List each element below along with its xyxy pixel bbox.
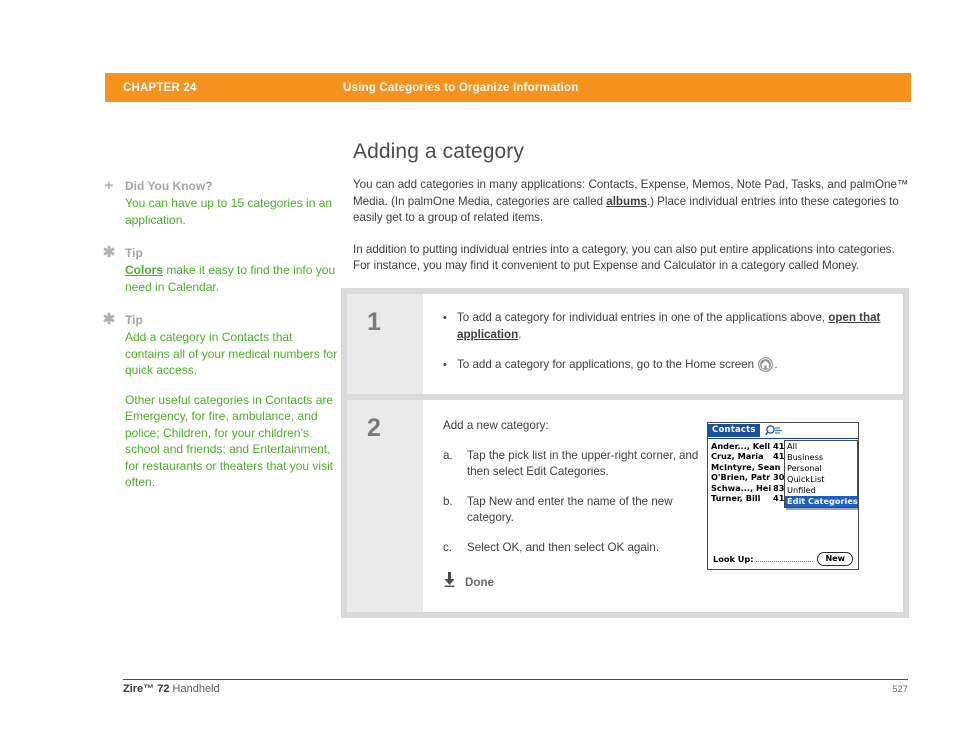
step-body: Add a new category: a. Tap the pick list… bbox=[423, 400, 903, 613]
menu-item-business[interactable]: Business bbox=[785, 452, 857, 463]
list-item-text: Select OK, and then select OK again. bbox=[467, 540, 660, 554]
intro-paragraph-1: You can add categories in many applicati… bbox=[353, 177, 910, 227]
intro-paragraph-2: In addition to putting individual entrie… bbox=[353, 242, 895, 273]
asterisk-icon: ✱ bbox=[102, 244, 116, 261]
page-footer: Zire™ 72 Handheld 527 bbox=[123, 683, 908, 695]
pda-title-bar: Contacts bbox=[708, 423, 858, 439]
sidebar-block-did-you-know: + Did You Know? You can have up to 15 ca… bbox=[100, 178, 340, 228]
contact-name: McIntyre, Sean bbox=[711, 461, 781, 472]
list-item-text: Tap New and enter the name of the new ca… bbox=[467, 494, 673, 525]
category-pick-list[interactable]: All Business Personal QuickList Unfiled … bbox=[784, 439, 858, 508]
bullet-text-a: To add a category for applications, go t… bbox=[457, 358, 758, 371]
sidebar-block-text: You can have up to 15 categories in an a… bbox=[125, 196, 333, 227]
step-1: 1 To add a category for individual entri… bbox=[347, 294, 903, 394]
contact-name: Ander..., Kell bbox=[711, 440, 771, 451]
look-up-input[interactable] bbox=[755, 553, 814, 562]
pda-app-title: Contacts bbox=[708, 423, 760, 437]
step-number: 2 bbox=[347, 399, 423, 612]
contact-name: Cruz, Maria bbox=[711, 451, 764, 462]
pda-footer: Look Up: New bbox=[708, 551, 858, 566]
step-number: 1 bbox=[347, 294, 423, 394]
device-model: Zire™ 72 bbox=[123, 683, 170, 695]
sidebar-block-text: Other useful categories in Contacts are … bbox=[125, 392, 334, 490]
bullet-text-b: . bbox=[518, 327, 522, 341]
list-item: c. Select OK, and then select OK again. bbox=[443, 540, 701, 557]
list-marker: b. bbox=[443, 494, 453, 508]
done-label: Done bbox=[465, 575, 494, 589]
contact-name: Turner, Bill bbox=[711, 493, 761, 504]
list-item-text: Tap the pick list in the upper-right cor… bbox=[467, 448, 699, 479]
footer-divider bbox=[123, 679, 908, 680]
menu-item-edit-categories[interactable]: Edit Categories... bbox=[785, 495, 858, 507]
search-icon[interactable] bbox=[764, 423, 785, 440]
sidebar-block-tip-colors: ✱ Tip Colors make it easy to find the in… bbox=[100, 245, 340, 295]
albums-link[interactable]: albums bbox=[606, 195, 647, 208]
sidebar: + Did You Know? You can have up to 15 ca… bbox=[100, 178, 340, 508]
contact-phone: 30 bbox=[773, 472, 785, 483]
bullet-text-b: . bbox=[774, 358, 778, 371]
sidebar-block-text: Add a category in Contacts that contains… bbox=[125, 330, 338, 377]
chapter-header-bar: CHAPTER 24 Using Categories to Organize … bbox=[105, 73, 911, 102]
device-suffix: Handheld bbox=[169, 683, 220, 695]
menu-item-unfiled[interactable]: Unfiled bbox=[785, 485, 857, 496]
plus-icon: + bbox=[104, 177, 114, 194]
menu-item-all[interactable]: All bbox=[785, 441, 857, 452]
pda-screenshot: Contacts Ander..., Kell 41 Cruz, Maria 41 … bbox=[707, 421, 859, 570]
list-item: To add a category for applications, go t… bbox=[443, 357, 885, 378]
sidebar-block-label: Tip bbox=[125, 313, 143, 327]
list-item: To add a category for individual entries… bbox=[443, 310, 885, 343]
menu-item-quicklist[interactable]: QuickList bbox=[785, 474, 857, 485]
new-button[interactable]: New bbox=[817, 551, 853, 566]
step-1-bullets: To add a category for individual entries… bbox=[443, 310, 885, 378]
step-body: To add a category for individual entries… bbox=[423, 294, 903, 394]
pda-contact-list: Ander..., Kell 41 Cruz, Maria 41 McIntyre,… bbox=[708, 439, 858, 508]
colors-link[interactable]: Colors bbox=[125, 263, 163, 277]
step-2-figure: Contacts Ander..., Kell 41 Cruz, Maria 41 … bbox=[701, 418, 885, 593]
step-2-lead: Add a new category: bbox=[443, 418, 549, 432]
sidebar-block-label: Tip bbox=[125, 246, 143, 260]
sidebar-block-label: Did You Know? bbox=[125, 179, 213, 193]
list-marker: a. bbox=[443, 448, 453, 462]
asterisk-icon: ✱ bbox=[102, 311, 116, 328]
sidebar-block-tip-medical: ✱ Tip Add a category in Contacts that co… bbox=[100, 312, 340, 491]
contact-phone: 41 bbox=[773, 440, 785, 451]
contact-phone: 41 bbox=[773, 451, 785, 462]
sidebar-block-text: Colors make it easy to find the info you… bbox=[125, 262, 340, 295]
contact-phone: 83 bbox=[773, 482, 785, 493]
device-name: Zire™ 72 Handheld bbox=[123, 683, 220, 695]
home-icon bbox=[758, 357, 774, 378]
list-item: a. Tap the pick list in the upper-right … bbox=[443, 448, 701, 481]
done-row: Done bbox=[443, 572, 701, 592]
contact-name: O'Brien, Patr bbox=[711, 472, 771, 483]
list-item: b. Tap New and enter the name of the new… bbox=[443, 494, 701, 527]
page-title: Adding a category bbox=[353, 140, 524, 163]
step-2-instructions: Add a new category: a. Tap the pick list… bbox=[443, 418, 701, 593]
bullet-text-a: To add a category for individual entries… bbox=[457, 311, 829, 324]
list-marker: c. bbox=[443, 540, 453, 554]
download-arrow-icon bbox=[443, 572, 456, 592]
chapter-label: CHAPTER 24 bbox=[123, 81, 197, 94]
contact-name: Schwa..., Hei bbox=[711, 482, 772, 493]
step-2: 2 Add a new category: a. Tap the pick li… bbox=[347, 399, 903, 613]
steps-container: 1 To add a category for individual entri… bbox=[341, 288, 909, 618]
look-up-label: Look Up: bbox=[713, 553, 754, 564]
page-number: 527 bbox=[892, 684, 908, 695]
main-content: Adding a category You can add categories… bbox=[353, 140, 910, 290]
menu-item-personal[interactable]: Personal bbox=[785, 463, 857, 474]
chapter-title: Using Categories to Organize Information bbox=[343, 81, 579, 94]
